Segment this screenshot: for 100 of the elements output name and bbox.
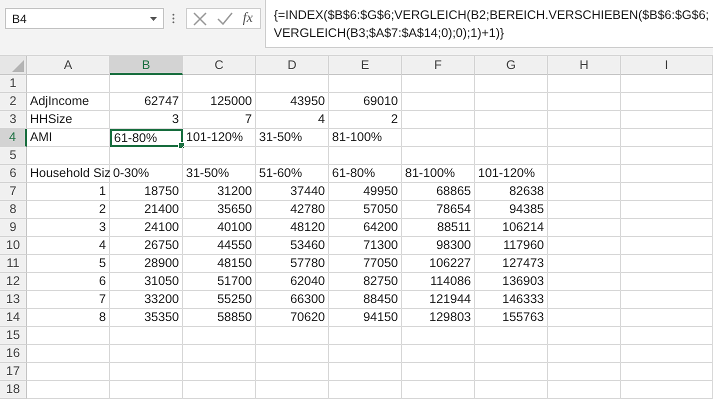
table-cell: 114086 [402, 273, 475, 291]
table-cell: Household Siz [27, 165, 110, 183]
table-cell: 57050 [329, 201, 402, 219]
row-header[interactable]: 10 [0, 237, 27, 255]
table-cell: 26750 [110, 237, 183, 255]
table-cell: AMI [27, 129, 110, 147]
column-header[interactable]: B [110, 56, 183, 75]
table-cell: 88511 [402, 219, 475, 237]
table-cell: 82638 [475, 183, 548, 201]
table-cell: 42780 [256, 201, 329, 219]
column-header[interactable]: C [183, 56, 256, 75]
row-header[interactable]: 2 [0, 93, 27, 111]
formula-field[interactable]: {=INDEX($B$6:$G$6;VERGLEICH(B2;BEREICH.VERSCHIEBEN($B$6:$G$6; VERGLEICH(B3;$A$7:$A$14;0);0);1)+1)} [264, 0, 713, 48]
table-cell: 71300 [329, 237, 402, 255]
column-header[interactable]: H [548, 56, 621, 75]
table-cell: 44550 [183, 237, 256, 255]
table-cell: 31050 [110, 273, 183, 291]
row-header[interactable]: 14 [0, 309, 27, 327]
column-header[interactable]: G [475, 56, 548, 75]
select-all-icon[interactable] [12, 60, 24, 72]
table-cell: 58850 [183, 309, 256, 327]
table-cell: HHSize [27, 111, 110, 129]
table-cell: 3 [110, 111, 183, 129]
row-header[interactable]: 5 [0, 147, 27, 165]
table-cell: 43950 [256, 93, 329, 111]
table-cell: 28900 [110, 255, 183, 273]
row-header[interactable]: 17 [0, 363, 27, 381]
table-cell: 31-50% [183, 165, 256, 183]
table-cell: 24100 [110, 219, 183, 237]
row-header[interactable]: 18 [0, 381, 27, 399]
table-cell: 101-120% [475, 165, 548, 183]
table-cell: 117960 [475, 237, 548, 255]
table-cell: 125000 [183, 93, 256, 111]
table-cell: 8 [27, 309, 110, 327]
table-cell: 37440 [256, 183, 329, 201]
table-cell: 106227 [402, 255, 475, 273]
table-cell: 94385 [475, 201, 548, 219]
table-cell: 62040 [256, 273, 329, 291]
row-header[interactable]: 9 [0, 219, 27, 237]
table-cell: 1 [27, 183, 110, 201]
column-header[interactable]: D [256, 56, 329, 75]
column-header[interactable]: F [402, 56, 475, 75]
column-header[interactable]: E [329, 56, 402, 75]
table-cell: 2 [329, 111, 402, 129]
table-cell: 51700 [183, 273, 256, 291]
row-header[interactable]: 3 [0, 111, 27, 129]
table-cell: 3 [27, 219, 110, 237]
table-cell: 106214 [475, 219, 548, 237]
table-cell: 88450 [329, 291, 402, 309]
table-cell: 62747 [110, 93, 183, 111]
caret-icon [150, 16, 157, 20]
row-header[interactable]: 4 [0, 129, 27, 147]
row-header[interactable]: 13 [0, 291, 27, 309]
table-cell: 68865 [402, 183, 475, 201]
cancel-icon[interactable] [193, 12, 208, 26]
table-cell: 51-60% [256, 165, 329, 183]
table-cell: 21400 [110, 201, 183, 219]
row-header[interactable]: 15 [0, 327, 27, 345]
row-header[interactable]: 6 [0, 165, 27, 183]
table-cell: 64200 [329, 219, 402, 237]
table-cell: 78654 [402, 201, 475, 219]
table-cell: 57780 [256, 255, 329, 273]
row-header[interactable]: 1 [0, 75, 27, 93]
table-cell: 40100 [183, 219, 256, 237]
column-header[interactable]: I [621, 56, 713, 75]
table-cell: 53460 [256, 237, 329, 255]
table-cell: 98300 [402, 237, 475, 255]
check-icon[interactable] [217, 12, 234, 25]
table-cell: 101-120% [183, 129, 256, 147]
row-header[interactable]: 8 [0, 201, 27, 219]
table-cell: 81-100% [402, 165, 475, 183]
column-header[interactable]: A [27, 56, 110, 75]
table-cell: 4 [27, 237, 110, 255]
table-cell: 82750 [329, 273, 402, 291]
table-cell: 7 [27, 291, 110, 309]
active-cell[interactable]: 61-80% [110, 129, 183, 147]
fill-handle[interactable] [178, 142, 185, 149]
table-cell: 33200 [110, 291, 183, 309]
table-cell: 35350 [110, 309, 183, 327]
table-cell: 94150 [329, 309, 402, 327]
table-cell: 55250 [183, 291, 256, 309]
table-cell: AdjIncome [27, 93, 110, 111]
table-cell: 146333 [475, 291, 548, 309]
row-header[interactable]: 12 [0, 273, 27, 291]
row-header[interactable]: 7 [0, 183, 27, 201]
table-cell: 127473 [475, 255, 548, 273]
table-cell: 81-100% [329, 129, 402, 147]
row-header[interactable]: 16 [0, 345, 27, 363]
table-cell: 70620 [256, 309, 329, 327]
table-cell: 35650 [183, 201, 256, 219]
row-header[interactable]: 11 [0, 255, 27, 273]
table-cell: 4 [256, 111, 329, 129]
table-cell: 136903 [475, 273, 548, 291]
name-box[interactable]: B4 [5, 8, 164, 29]
table-cell: 49950 [329, 183, 402, 201]
table-cell: 48120 [256, 219, 329, 237]
table-cell: 18750 [110, 183, 183, 201]
table-cell: 6 [27, 273, 110, 291]
more-options-icon[interactable] [172, 13, 175, 24]
insert-function-button[interactable]: fx [242, 10, 253, 26]
